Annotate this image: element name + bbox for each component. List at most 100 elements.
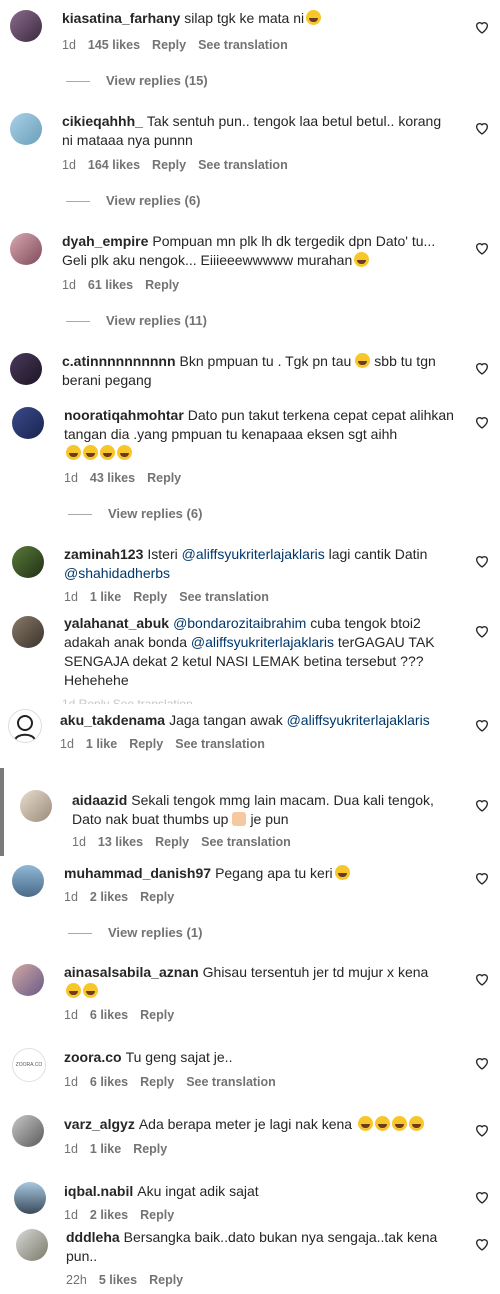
username[interactable]: iqbal.nabil [64,1183,133,1199]
username[interactable]: zoora.co [64,1049,122,1065]
heart-outline-icon[interactable] [474,717,490,733]
heart-outline-icon[interactable] [474,971,490,987]
reply-button[interactable]: Reply [140,1008,174,1022]
username[interactable]: nooratiqahmohtar [64,407,184,423]
mention-link[interactable]: @aliffsyukriterlajaklaris [182,546,325,562]
heart-outline-icon[interactable] [474,553,490,569]
view-replies-button[interactable]: View replies (11) [66,313,207,328]
avatar[interactable] [16,1229,48,1261]
username[interactable]: kiasatina_farhany [62,10,180,26]
avatar[interactable] [12,1115,44,1147]
heart-outline-icon[interactable] [474,1189,490,1205]
timestamp: 1d [64,1075,78,1089]
likes-count[interactable]: 1 like [86,737,117,751]
reply-button[interactable]: Reply [133,590,167,604]
username[interactable]: ainasalsabila_aznan [64,964,199,980]
timestamp: 1d [64,1142,78,1156]
avatar[interactable] [8,709,42,743]
see-translation-button[interactable]: See translation [179,590,269,604]
avatar[interactable]: ZOORA.CO [12,1048,46,1082]
laughing-emoji-icon [357,1116,373,1131]
likes-count[interactable]: 1 like [90,1142,121,1156]
username[interactable]: varz_algyz [64,1116,135,1132]
avatar[interactable] [12,407,44,439]
reply-button[interactable]: Reply [152,158,186,172]
avatar[interactable] [12,865,44,897]
see-translation-button[interactable]: See translation [198,38,288,52]
reply-button[interactable]: Reply [140,890,174,904]
heart-outline-icon[interactable] [474,120,490,136]
heart-outline-icon[interactable] [474,797,490,813]
avatar[interactable] [10,10,42,42]
reply-button[interactable]: Reply [140,1208,174,1222]
view-replies-button[interactable]: View replies (6) [68,506,202,521]
username[interactable]: dddleha [66,1229,120,1245]
username[interactable]: yalahanat_abuk [64,615,169,631]
view-replies-button[interactable]: View replies (6) [66,193,200,208]
username[interactable]: c.atinnnnnnnnnn [62,353,176,369]
reply-button[interactable]: Reply [155,835,189,849]
likes-count[interactable]: 6 likes [90,1008,128,1022]
mention-link[interactable]: @bondarozitaibrahim [173,615,306,631]
likes-count[interactable]: 5 likes [99,1273,137,1287]
reply-button[interactable]: Reply [152,38,186,52]
see-translation-button[interactable]: See translation [198,158,288,172]
reply-button[interactable]: Reply [149,1273,183,1287]
laughing-emoji-icon [408,1116,424,1131]
see-translation-button[interactable]: See translation [186,1075,276,1089]
heart-outline-icon[interactable] [474,360,490,376]
avatar[interactable] [12,964,44,996]
likes-count[interactable]: 13 likes [98,835,143,849]
username[interactable]: muhammad_danish97 [64,865,211,881]
view-replies-button[interactable]: View replies (15) [66,73,208,88]
avatar[interactable] [20,790,52,822]
reply-button[interactable]: Reply [129,737,163,751]
timestamp: 1d [64,590,78,604]
avatar[interactable] [10,113,42,145]
timestamp: 1d [60,737,74,751]
likes-count[interactable]: 2 likes [90,890,128,904]
heart-outline-icon[interactable] [474,414,490,430]
heart-outline-icon[interactable] [474,1236,490,1252]
likes-count[interactable]: 43 likes [90,471,135,485]
avatar[interactable] [10,233,42,265]
heart-outline-icon[interactable] [474,1122,490,1138]
avatar[interactable] [12,616,44,648]
mention-link[interactable]: @aliffsyukriterlajaklaris [287,712,430,728]
grinning-emoji-icon [83,983,98,998]
likes-count[interactable]: 164 likes [88,158,140,172]
username[interactable]: zaminah123 [64,546,143,562]
likes-count[interactable]: 1 like [90,590,121,604]
avatar[interactable] [10,353,42,385]
timestamp: 1d [62,158,76,172]
heart-outline-icon[interactable] [474,870,490,886]
view-replies-button[interactable]: View replies (1) [68,925,202,940]
username[interactable]: cikieqahhh_ [62,113,143,129]
heart-outline-icon[interactable] [474,1055,490,1071]
see-translation-button[interactable]: See translation [201,835,291,849]
reply-button[interactable]: Reply [140,1075,174,1089]
timestamp: 1d [62,278,76,292]
username[interactable]: aku_takdenama [60,712,165,728]
avatar[interactable] [14,1182,46,1214]
likes-count[interactable]: 61 likes [88,278,133,292]
see-translation-button[interactable]: See translation [175,737,265,751]
likes-count[interactable]: 145 likes [88,38,140,52]
mention-link[interactable]: @shahidadherbs [64,565,170,581]
heart-outline-icon[interactable] [474,623,490,639]
likes-count[interactable]: 6 likes [90,1075,128,1089]
thumbs-up-emoji-icon [232,812,247,826]
reply-button[interactable]: Reply [147,471,181,485]
laughing-emoji-icon [334,865,350,880]
username[interactable]: dyah_empire [62,233,148,249]
mention-link[interactable]: @aliffsyukriterlajaklaris [191,634,334,650]
reply-button[interactable]: Reply [145,278,179,292]
timestamp: 1d [64,471,78,485]
avatar[interactable] [12,546,44,578]
reply-button[interactable]: Reply [133,1142,167,1156]
laughing-emoji-icon [100,445,115,460]
likes-count[interactable]: 2 likes [90,1208,128,1222]
username[interactable]: aidaazid [72,792,127,808]
heart-outline-icon[interactable] [474,19,490,35]
heart-outline-icon[interactable] [474,240,490,256]
